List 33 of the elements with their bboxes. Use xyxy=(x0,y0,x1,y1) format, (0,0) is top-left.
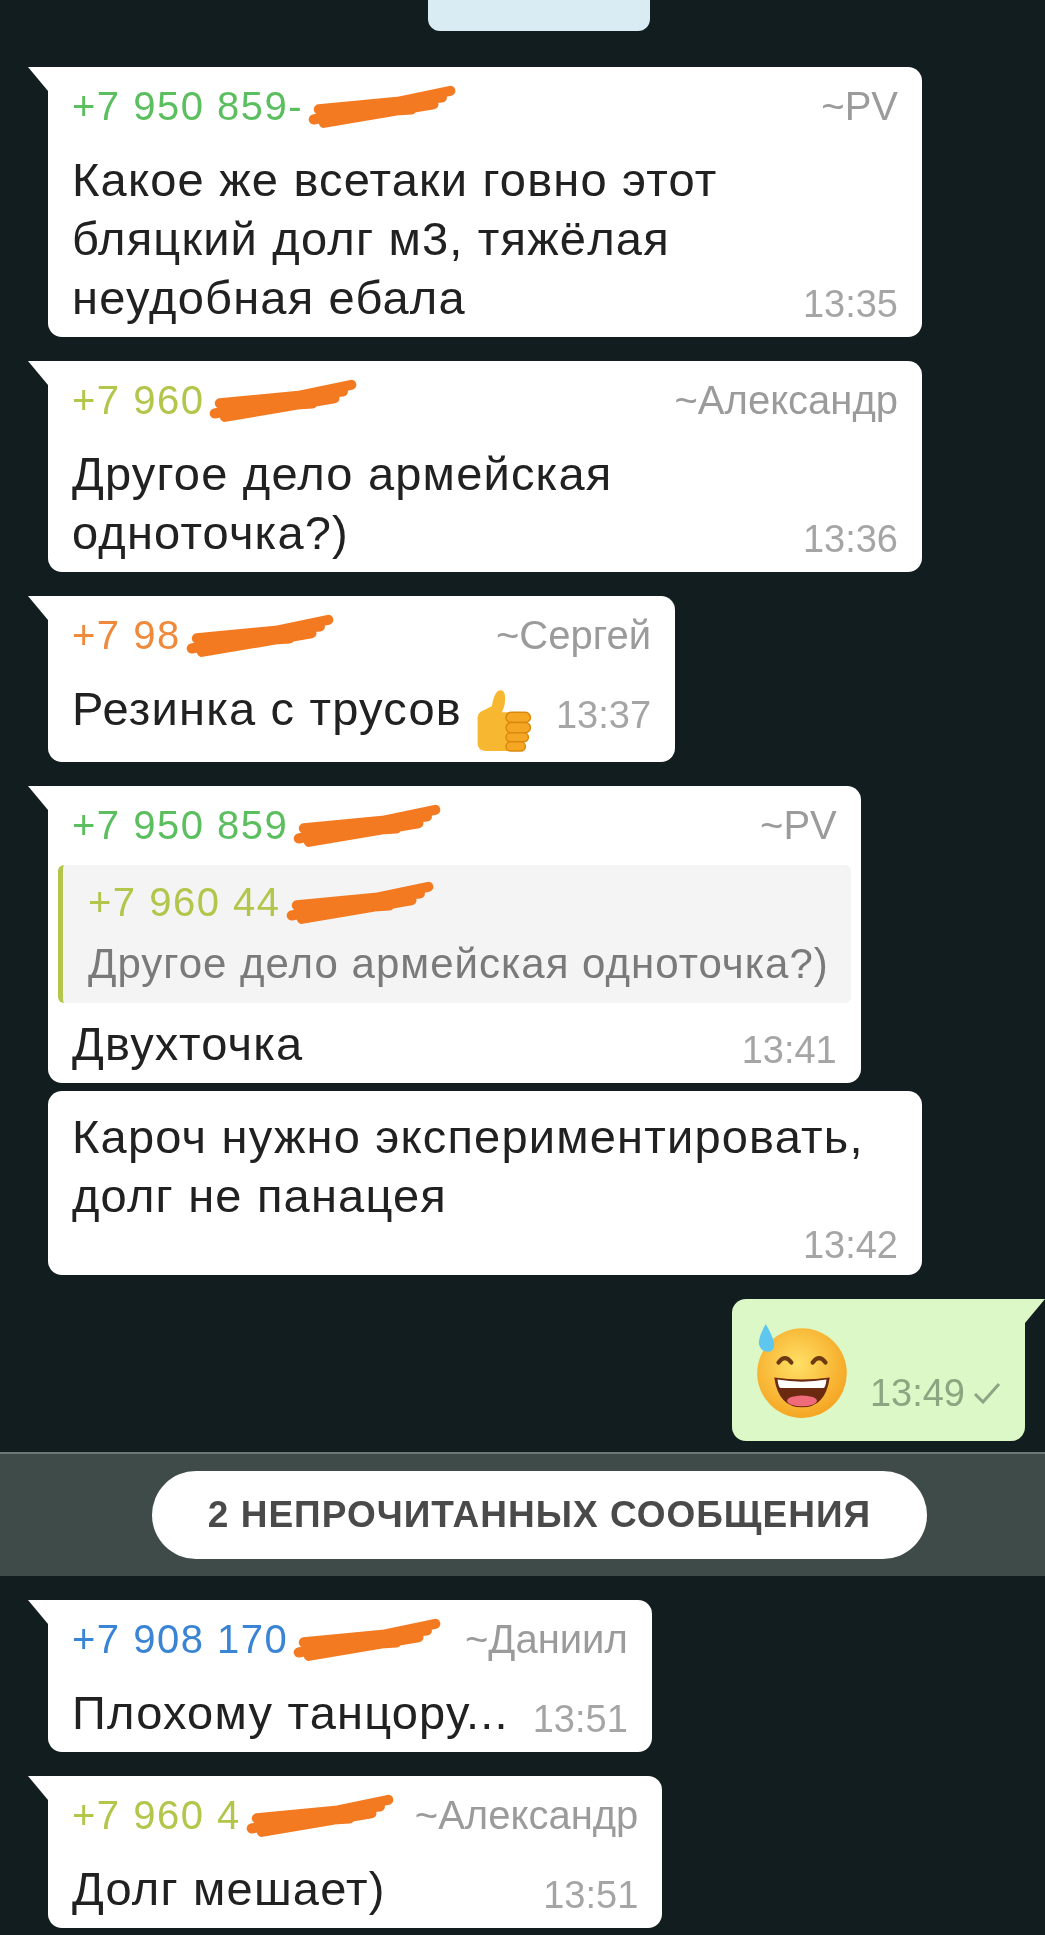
message-time: 13:41 xyxy=(741,1029,837,1070)
message-text: Какое же всетаки говно этот бляцкий долг м3, тяжёлая неудобная ебала xyxy=(72,153,718,324)
unread-messages-pill: 2 НЕПРОЧИТАННЫХ СООБЩЕНИЯ xyxy=(151,1470,928,1559)
message-text: Другое дело армейская одноточка?) xyxy=(72,447,613,559)
thumbs-up-icon xyxy=(475,689,532,752)
sender-name: ~PV xyxy=(760,801,837,848)
message-text: Долг мешает) xyxy=(72,1861,386,1915)
sender-name: ~PV xyxy=(821,83,898,129)
sender-number: +7 960 xyxy=(72,377,205,423)
sender-number: +7 908 170 xyxy=(72,1615,289,1662)
sender-name: ~Александр xyxy=(674,377,898,423)
message-time: 13:35 xyxy=(802,284,898,324)
message-time: 13:51 xyxy=(532,1698,628,1739)
sender-number: +7 960 4 xyxy=(72,1791,241,1838)
message-time: 13:51 xyxy=(543,1874,639,1915)
quoted-message[interactable]: +7 960 44 Другое дело армейская одноточка?) xyxy=(58,864,851,1003)
sender-number: +7 950 859 xyxy=(72,801,289,848)
quoted-text: Другое дело армейская одноточка?) xyxy=(88,940,829,987)
sender-name: ~Даниил xyxy=(464,1615,628,1662)
message-text: Резинка с трусов xyxy=(72,682,462,735)
sender-number: +7 950 859- xyxy=(72,83,304,129)
message-time: 13:36 xyxy=(802,519,898,559)
message-time: 13:49 xyxy=(869,1370,965,1415)
sender-number: +7 98 xyxy=(72,612,181,658)
message-text: Кароч нужно экспериментировать, долг не панацея xyxy=(72,1109,864,1222)
sweat-smile-icon xyxy=(755,1322,848,1419)
message-time: 13:37 xyxy=(555,695,652,735)
message-time: 13:42 xyxy=(802,1224,898,1265)
sender-name: ~Сергей xyxy=(496,612,652,658)
sender-name: ~Александр xyxy=(414,1791,639,1838)
message-text: Плохому танцору... xyxy=(72,1685,509,1739)
quoted-sender-number: +7 960 44 xyxy=(88,878,281,925)
message-text: Двухточка xyxy=(72,1016,304,1070)
